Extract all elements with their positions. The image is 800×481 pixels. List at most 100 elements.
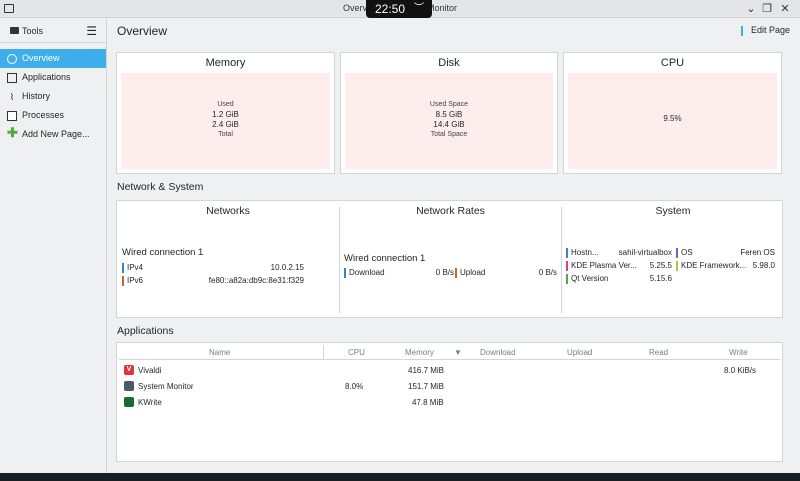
table-row[interactable]: KWrite 47.8 MiB [119,394,780,410]
os-value: Feren OS [740,248,775,257]
processes-icon [7,111,17,121]
col-memory[interactable]: Memory [405,348,434,357]
tools-label: Tools [22,26,44,36]
overview-icon [7,54,17,64]
disk-title: Disk [438,57,460,69]
sidebar-item-label: Applications [22,72,71,82]
disk-total-label: Total Space [430,131,468,138]
frameworks-value: 5.98.0 [752,261,775,270]
tools-icon [10,27,19,34]
chevron-down-icon[interactable]: ︶ [414,0,424,18]
tools-header: Tools ☰ [0,19,106,43]
system-monitor-icon [124,381,134,391]
clock-overlay[interactable]: 22:50 ︶ [366,0,432,18]
network-system-card: Networks Wired connection 1 IPv4 10.0.2.… [116,200,783,318]
col-write[interactable]: Write [729,348,748,357]
app-write: 8.0 KiB/s [724,366,757,375]
hostname-value: sahil-virtualbox [618,248,672,257]
memory-card: Memory Used 1.2 GiB 2.4 GiB Total [116,52,335,174]
download-value: 0 B/s [435,268,454,277]
app-name: Vivaldi [138,366,162,375]
frameworks-label: KDE Framework... [681,261,747,270]
disk-chart: Used Space 8.5 GiB 14.4 GiB Total Space [345,73,553,169]
cpu-value: 9.5% [663,114,682,123]
hamburger-menu-icon[interactable]: ☰ [86,24,97,38]
app-memory: 151.7 MiB [408,382,445,391]
disk-card: Disk Used Space 8.5 GiB 14.4 GiB Total S… [340,52,558,174]
minimize-icon[interactable]: ⌄ [744,2,758,16]
plasma-label: KDE Plasma Ver... [571,261,637,270]
rates-connection: Wired connection 1 [344,253,426,264]
col-download[interactable]: Download [480,348,516,357]
sidebar-item-processes[interactable]: Processes [0,106,106,125]
sidebar-item-applications[interactable]: Applications [0,68,106,87]
plasma-version-row: KDE Plasma Ver... 5.25.5 [566,260,672,271]
kwrite-icon [124,397,134,407]
col-read[interactable]: Read [649,348,668,357]
cpu-title: CPU [660,57,685,69]
hostname-row: Hostn... sahil-virtualbox [566,247,672,258]
clock-time: 22:50 [375,2,406,16]
table-row[interactable]: V Vivaldi 416.7 MiB 8.0 KiB/s [119,362,780,378]
maximize-icon[interactable]: ❐ [760,2,774,16]
cpu-chart: 9.5% [568,73,777,169]
qt-label: Qt Version [571,274,609,283]
qt-value: 5.15.6 [649,274,672,283]
os-label: OS [681,248,693,257]
upload-label: Upload [460,268,486,277]
ipv6-marker [122,275,124,286]
disk-used-label: Used Space [429,101,469,108]
system-title: System [655,205,691,217]
hostname-label: Hostn... [571,248,599,257]
memory-total-value: 2.4 GiB [212,120,239,129]
networks-panel: Networks Wired connection 1 IPv4 10.0.2.… [117,201,339,319]
col-cpu[interactable]: CPU [348,348,365,357]
applications-card: Name CPU Memory ▼ Download Upload Read W… [116,342,783,462]
os-marker [676,247,678,258]
network-rates-title: Network Rates [416,205,485,217]
system-panel: System Hostn... sahil-virtualbox KDE Pla… [562,201,784,319]
add-icon: ✚ [7,125,18,140]
memory-title: Memory [205,57,246,69]
sidebar-item-history[interactable]: ⌇ History [0,87,106,106]
page-title: Overview [117,24,168,38]
ipv4-label: IPv4 [127,263,144,272]
applications-label: Applications [117,325,174,337]
app-memory: 47.8 MiB [412,398,444,407]
frameworks-row: KDE Framework... 5.98.0 [676,260,779,271]
sidebar: Tools ☰ Overview Applications ⌇ History … [0,19,107,473]
table-row[interactable]: System Monitor 8.0% 151.7 MiB [119,378,780,394]
networks-title: Networks [206,205,250,217]
applications-icon [7,73,17,83]
network-system-label: Network & System [117,181,204,193]
network-rates-panel: Network Rates Wired connection 1 Downloa… [340,201,561,319]
edit-page-button[interactable]: Edit Page [740,25,790,36]
qt-marker [566,273,568,284]
edit-icon [740,25,743,36]
taskbar [0,473,800,481]
sidebar-item-label: History [22,91,51,101]
plasma-value: 5.25.5 [649,261,672,270]
memory-chart: Used 1.2 GiB 2.4 GiB Total [121,73,330,169]
col-upload[interactable]: Upload [567,348,592,357]
col-name[interactable]: Name [209,348,230,357]
ipv6-label: IPv6 [127,276,144,285]
os-row: OS Feren OS [676,247,779,258]
sidebar-item-label: Processes [22,110,65,120]
memory-used-label: Used [217,101,234,108]
download-row: Download 0 B/s [344,267,454,278]
ipv4-marker [122,262,124,273]
sidebar-item-label: Overview [22,53,60,63]
close-icon[interactable]: ✕ [778,2,792,16]
sidebar-item-add-page[interactable]: ✚ Add New Page... [0,125,106,144]
sort-desc-icon[interactable]: ▼ [454,348,462,357]
vivaldi-icon: V [124,365,134,375]
download-label: Download [349,268,385,277]
qt-version-row: Qt Version 5.15.6 [566,273,672,284]
sidebar-item-overview[interactable]: Overview [0,49,106,68]
cpu-card: CPU 9.5% [563,52,782,174]
sidebar-item-label: Add New Page... [22,129,90,139]
history-icon: ⌇ [9,92,15,102]
plasma-marker [566,260,568,271]
memory-used-value: 1.2 GiB [212,110,239,119]
